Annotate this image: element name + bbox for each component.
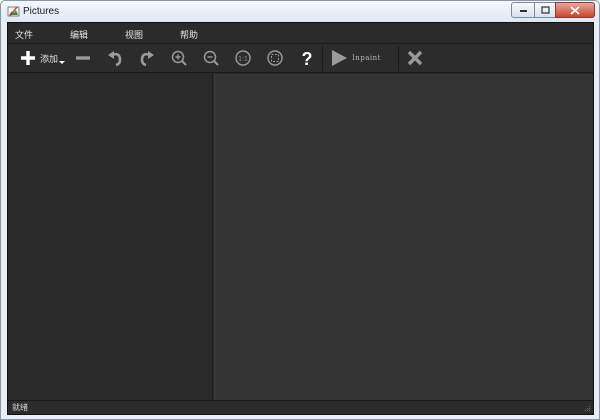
- undo-button[interactable]: [104, 47, 126, 69]
- menu-file[interactable]: 文件: [15, 28, 33, 41]
- plus-icon: [20, 51, 35, 65]
- minimize-icon: [519, 10, 527, 12]
- menu-edit[interactable]: 编辑: [70, 28, 88, 41]
- window-title: Pictures: [23, 6, 60, 17]
- undo-icon: [108, 51, 122, 67]
- add-button-label: 添加: [39, 54, 58, 65]
- toolbar-separator-2: [398, 46, 399, 71]
- cancel-button[interactable]: [404, 47, 426, 69]
- maximize-button[interactable]: [534, 2, 556, 18]
- app-window: Pictures 文件 编辑 视图 帮助 添加 1:1 ? Inpaint 就绪: [0, 0, 600, 420]
- menu-bar: 文件 编辑 视图 帮助: [8, 23, 593, 44]
- redo-button[interactable]: [136, 47, 158, 69]
- minimize-button[interactable]: [511, 2, 535, 18]
- zoom-fit-icon: [267, 50, 283, 66]
- resize-grip-icon[interactable]: [584, 405, 591, 412]
- inpaint-button[interactable]: Inpaint: [330, 47, 392, 69]
- zoom-in-button[interactable]: [168, 47, 190, 69]
- svg-text:?: ?: [302, 49, 313, 68]
- play-icon: [332, 50, 347, 66]
- close-icon: [407, 50, 423, 66]
- window-close-icon: [570, 5, 580, 15]
- chevron-down-icon[interactable]: [59, 51, 65, 65]
- status-text: 就绪: [12, 403, 28, 412]
- help-button[interactable]: ?: [296, 47, 318, 69]
- window-close-button[interactable]: [555, 2, 595, 18]
- toolbar: 添加 1:1 ? Inpaint: [8, 44, 593, 73]
- remove-button[interactable]: [72, 47, 94, 69]
- redo-icon: [140, 51, 154, 67]
- zoom-out-icon: [203, 50, 219, 66]
- menu-help[interactable]: 帮助: [180, 28, 198, 41]
- status-bar: 就绪: [8, 400, 593, 414]
- help-icon: ?: [302, 49, 313, 68]
- maximize-icon: [540, 6, 550, 14]
- image-canvas[interactable]: [214, 74, 593, 400]
- actual-size-text: 1:1: [238, 56, 248, 63]
- zoom-out-button[interactable]: [200, 47, 222, 69]
- add-button[interactable]: 添加: [16, 47, 68, 69]
- toolbar-separator: [322, 46, 323, 71]
- zoom-in-icon: [171, 50, 187, 66]
- minus-icon: [76, 56, 90, 60]
- app-icon: [7, 6, 20, 17]
- title-bar[interactable]: Pictures: [1, 1, 599, 22]
- main-client-area: 文件 编辑 视图 帮助 添加 1:1 ? Inpaint 就绪: [7, 22, 594, 415]
- inpaint-label: Inpaint: [352, 54, 381, 62]
- actual-size-button[interactable]: 1:1: [232, 47, 254, 69]
- fit-to-window-button[interactable]: [264, 47, 286, 69]
- zoom-1to1-icon: 1:1: [235, 50, 251, 66]
- image-list-pane[interactable]: [8, 74, 213, 400]
- menu-view[interactable]: 视图: [125, 28, 143, 41]
- window-controls: [511, 2, 595, 18]
